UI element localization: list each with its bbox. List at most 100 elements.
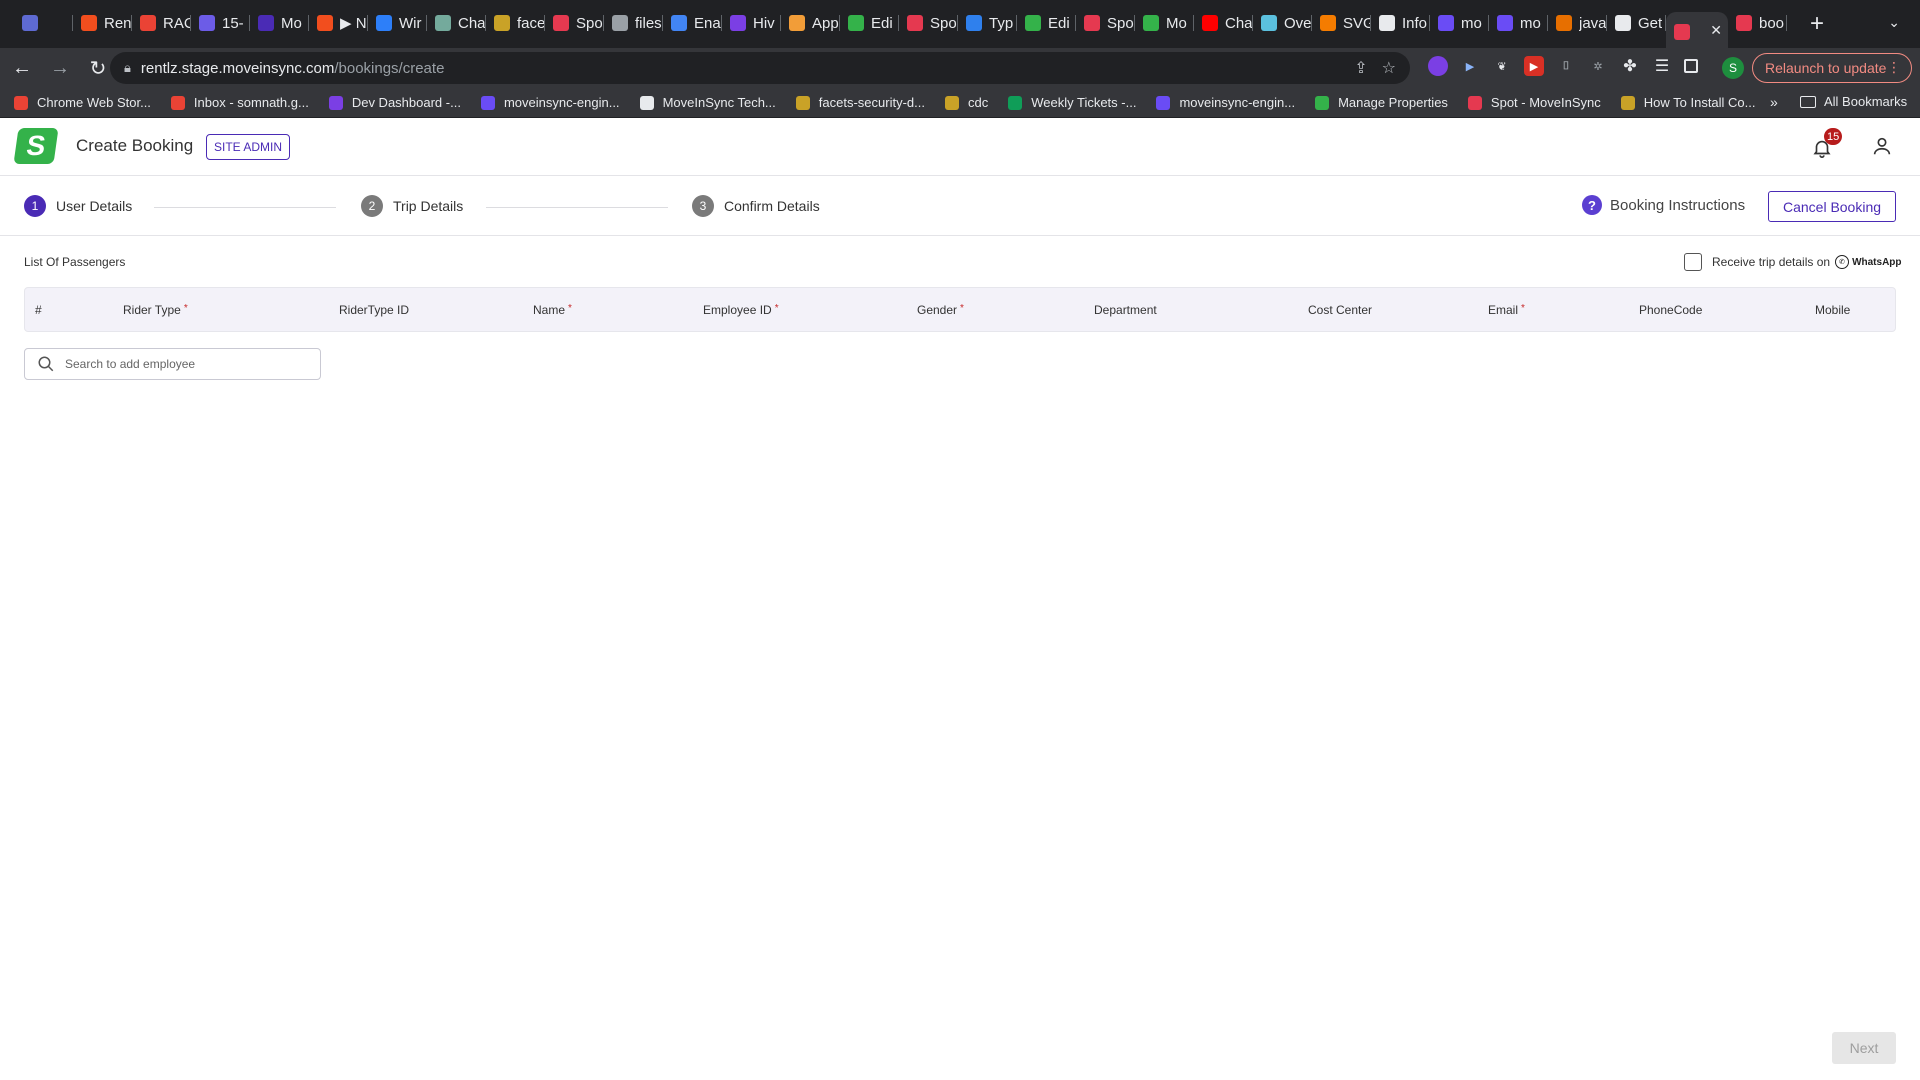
browser-tab[interactable]: Mo bbox=[250, 6, 309, 40]
bookmark-item[interactable]: Inbox - somnath.g... bbox=[170, 95, 309, 110]
browser-tab[interactable]: ✕ bbox=[1666, 12, 1728, 52]
whatsapp-checkbox[interactable] bbox=[1684, 253, 1702, 271]
forward-button[interactable]: → bbox=[44, 52, 76, 84]
relaunch-to-update-button[interactable]: Relaunch to update ⋮ bbox=[1752, 53, 1912, 83]
browser-tab[interactable]: Ren bbox=[73, 6, 132, 40]
bookmark-label: Inbox - somnath.g... bbox=[193, 95, 309, 110]
browser-tab[interactable]: Spo bbox=[1076, 6, 1135, 40]
user-profile-icon[interactable] bbox=[1868, 132, 1896, 160]
employee-search[interactable] bbox=[24, 348, 321, 380]
employee-search-input[interactable] bbox=[65, 357, 305, 371]
bookmark-star-icon[interactable]: ☆ bbox=[1382, 58, 1396, 78]
bookmark-item[interactable]: Weekly Tickets -... bbox=[1008, 95, 1136, 110]
column-header: Email * bbox=[1488, 303, 1525, 317]
browser-tab[interactable]: Mo bbox=[1135, 6, 1194, 40]
bookmark-label: Dev Dashboard -... bbox=[351, 95, 461, 110]
bookmark-item[interactable]: moveinsync-engin... bbox=[480, 95, 620, 110]
extension-ring-icon[interactable] bbox=[1428, 56, 1448, 76]
profile-avatar[interactable]: S bbox=[1722, 57, 1744, 79]
browser-tab[interactable]: face bbox=[486, 6, 545, 40]
person-icon bbox=[1873, 137, 1891, 155]
more-bookmarks-chevron-icon[interactable]: » bbox=[1770, 94, 1778, 110]
browser-tab[interactable]: boo bbox=[1728, 6, 1787, 40]
tab-title: files bbox=[635, 14, 662, 32]
browser-tab[interactable]: Typ bbox=[958, 6, 1017, 40]
search-icon bbox=[38, 356, 54, 372]
step-confirm-details[interactable]: 3 Confirm Details bbox=[692, 195, 820, 217]
booking-instructions-link[interactable]: ? Booking Instructions bbox=[1582, 195, 1745, 215]
extension-leaf-icon[interactable]: ❦ bbox=[1492, 56, 1512, 76]
bookmark-favicon-icon bbox=[1315, 95, 1330, 110]
bookmark-label: MoveInSync Tech... bbox=[662, 95, 776, 110]
whatsapp-option-label: Receive trip details on bbox=[1712, 255, 1831, 269]
browser-tab[interactable]: Hiv bbox=[722, 6, 781, 40]
extension-pointer-icon[interactable]: ▶ bbox=[1460, 56, 1480, 76]
column-label: Employee ID bbox=[703, 303, 772, 317]
browser-tab[interactable]: RAC bbox=[132, 6, 191, 40]
bookmark-item[interactable]: Chrome Web Stor... bbox=[14, 95, 151, 110]
tab-search-chevron-icon[interactable]: ⌄ bbox=[1888, 14, 1900, 31]
step-trip-details[interactable]: 2 Trip Details bbox=[361, 195, 463, 217]
browser-tab[interactable]: App bbox=[781, 6, 840, 40]
whatsapp-option: Receive trip details on ✆ WhatsApp bbox=[1684, 253, 1902, 271]
bookmark-item[interactable]: Dev Dashboard -... bbox=[328, 95, 461, 110]
share-icon[interactable]: ⇪ bbox=[1354, 58, 1367, 78]
google-icon bbox=[1379, 15, 1395, 31]
bookmark-label: moveinsync-engin... bbox=[1179, 95, 1296, 110]
bookmark-item[interactable]: facets-security-d... bbox=[795, 95, 925, 110]
bookmark-item[interactable]: How To Install Co... bbox=[1620, 95, 1756, 110]
next-button[interactable]: Next bbox=[1832, 1032, 1896, 1064]
browser-tab[interactable]: ▶ N bbox=[309, 6, 368, 40]
browser-tab[interactable]: Spo bbox=[899, 6, 958, 40]
column-label: # bbox=[35, 303, 42, 317]
all-bookmarks-label: All Bookmarks bbox=[1824, 94, 1908, 109]
browser-tab[interactable]: 15- bbox=[191, 6, 250, 40]
back-button[interactable]: ← bbox=[6, 52, 38, 84]
extension-gear-icon[interactable]: ✲ bbox=[1588, 56, 1608, 76]
browser-tab[interactable]: mo bbox=[1430, 6, 1489, 40]
new-tab-button[interactable]: + bbox=[1797, 10, 1837, 38]
step-user-details[interactable]: 1 User Details bbox=[24, 195, 132, 217]
moveinsync-icon bbox=[1084, 15, 1100, 31]
browser-tab[interactable]: Get bbox=[1607, 6, 1666, 40]
browser-tab[interactable]: Info bbox=[1371, 6, 1430, 40]
figma-icon bbox=[81, 15, 97, 31]
browser-tab[interactable]: java bbox=[1548, 6, 1607, 40]
browser-tab[interactable]: Ove bbox=[1253, 6, 1312, 40]
linear-icon bbox=[22, 15, 38, 31]
address-bar[interactable]: 🔒︎ rentlz.stage.moveinsync.com /bookings… bbox=[110, 52, 1410, 84]
bookmark-item[interactable]: moveinsync-engin... bbox=[1156, 95, 1295, 110]
extensions-puzzle-icon[interactable]: ✤ bbox=[1620, 56, 1640, 76]
notification-count-badge: 15 bbox=[1824, 128, 1843, 145]
browser-tab[interactable]: Cha bbox=[427, 6, 486, 40]
bookmark-item[interactable]: Spot - MoveInSync bbox=[1467, 95, 1601, 110]
chrome-icon bbox=[671, 15, 687, 31]
browser-tab[interactable]: Edi bbox=[840, 6, 899, 40]
bookmark-item[interactable]: MoveInSync Tech... bbox=[639, 95, 776, 110]
browser-tab[interactable]: Cha bbox=[1194, 6, 1253, 40]
step-label: Trip Details bbox=[393, 198, 464, 214]
all-bookmarks-button[interactable]: All Bookmarks bbox=[1800, 94, 1907, 109]
extension-video-icon[interactable]: ▶ bbox=[1524, 56, 1544, 76]
browser-tab[interactable]: Edi bbox=[1017, 6, 1076, 40]
docs-icon bbox=[199, 15, 215, 31]
browser-tab[interactable]: files bbox=[604, 6, 663, 40]
extension-bracket-icon[interactable]: ⌷ bbox=[1556, 56, 1576, 76]
bookmark-item[interactable]: Manage Properties bbox=[1315, 95, 1448, 110]
lock-icon: 🔒︎ bbox=[124, 60, 131, 75]
browser-tab[interactable]: Spo bbox=[545, 6, 604, 40]
browser-tab[interactable]: Wir bbox=[368, 6, 427, 40]
browser-toolbar: ← → ↻ 🔒︎ rentlz.stage.moveinsync.com /bo… bbox=[0, 48, 1920, 88]
reading-list-icon[interactable]: ☰ bbox=[1652, 56, 1672, 76]
moveinsync-green-icon bbox=[848, 15, 864, 31]
browser-tab[interactable]: mo bbox=[1489, 6, 1548, 40]
chatgpt-icon bbox=[435, 15, 451, 31]
moveinsync-logo[interactable]: S bbox=[13, 128, 59, 164]
cancel-booking-button[interactable]: Cancel Booking bbox=[1768, 191, 1896, 222]
browser-tab[interactable]: SVG bbox=[1312, 6, 1371, 40]
bookmark-item[interactable]: cdc bbox=[944, 95, 988, 110]
close-tab-icon[interactable]: ✕ bbox=[1710, 22, 1722, 39]
side-panel-icon[interactable] bbox=[1684, 59, 1698, 73]
browser-tab[interactable]: Ena bbox=[663, 6, 722, 40]
browser-tab[interactable] bbox=[14, 6, 73, 40]
